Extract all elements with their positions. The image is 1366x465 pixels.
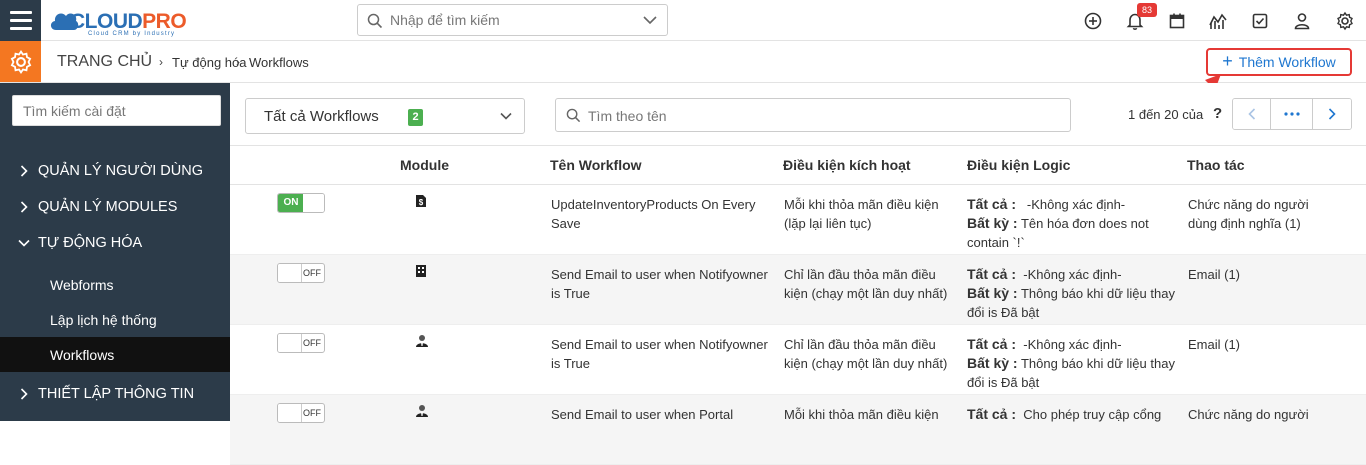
workflow-actions: Chức năng do người (1188, 407, 1309, 422)
logo-tagline: Cloud CRM by Industry (88, 31, 176, 37)
sidebar-item-label: TỰ ĐỘNG HÓA (38, 234, 143, 251)
workflow-logic: Tất cả : -Không xác định- Bất kỳ : Tên h… (967, 196, 1149, 250)
more-pages-button[interactable] (1271, 99, 1313, 129)
sidebar-item-automation[interactable]: TỰ ĐỘNG HÓA (0, 225, 230, 260)
chevron-right-icon (0, 164, 38, 177)
workflow-logic: Tất cả : -Không xác định- Bất kỳ : Thông… (967, 266, 1175, 320)
settings-search-input[interactable] (12, 95, 221, 126)
sidebar-item-info-settings[interactable]: THIẾT LẬP THÔNG TIN (0, 376, 230, 411)
sidebar-subitem-webforms[interactable]: Webforms (0, 267, 230, 302)
breadcrumb: TRANG CHỦ › Tự động hóa › Workflows + Th… (0, 41, 1366, 83)
hamburger-menu-icon[interactable] (0, 0, 41, 41)
chevron-right-icon (1328, 108, 1336, 120)
building-icon (416, 265, 426, 277)
workflow-actions: Chức năng do người dùng định nghĩa (1) (1188, 197, 1309, 231)
next-page-button[interactable] (1313, 99, 1351, 129)
toggle-label: ON (278, 194, 304, 212)
toggle-label: OFF (303, 408, 321, 418)
column-header-name: Tên Workflow (550, 157, 642, 173)
search-icon (566, 108, 581, 123)
workflow-name[interactable]: Send Email to user when Notifyowner is T… (551, 335, 776, 373)
workflow-name[interactable]: Send Email to user when Notifyowner is T… (551, 265, 776, 303)
sidebar-subitem-workflows[interactable]: Workflows (0, 337, 230, 372)
workflow-filter-select[interactable]: Tất cả Workflows 2 (245, 98, 525, 134)
status-toggle[interactable]: OFF (277, 333, 325, 353)
workflow-name[interactable]: Send Email to user when Portal (551, 405, 776, 424)
sidebar-item-label: QUẢN LÝ MODULES (38, 198, 178, 215)
chevron-right-icon (0, 200, 38, 213)
column-header-logic: Điều kiện Logic (967, 157, 1071, 173)
plus-icon: + (1222, 51, 1233, 71)
workflow-trigger: Chỉ lần đầu thỏa mãn điều kiện (chạy một… (784, 337, 948, 371)
chevron-down-icon (0, 239, 38, 247)
workflow-name[interactable]: UpdateInventoryProducts On Every Save (551, 195, 776, 233)
toggle-label: OFF (303, 338, 321, 348)
sidebar-item-label: THIẾT LẬP THÔNG TIN (38, 385, 195, 402)
chevron-right-icon: › (159, 55, 163, 69)
add-workflow-label: Thêm Workflow (1238, 54, 1336, 70)
workflow-trigger: Chỉ lần đầu thỏa mãn điều kiện (chạy một… (784, 267, 948, 301)
breadcrumb-home[interactable]: TRANG CHỦ (57, 53, 152, 71)
table-row[interactable]: OFF Send Email to user when Portal Mỗi k… (230, 395, 1366, 465)
workflow-actions: Email (1) (1188, 267, 1241, 282)
help-icon[interactable]: ? (1213, 105, 1222, 122)
svg-text:$: $ (419, 198, 424, 207)
settings-sidebar: QUẢN LÝ NGƯỜI DÙNG QUẢN LÝ MODULES TỰ ĐỘ… (0, 83, 230, 421)
chevron-left-icon (1247, 108, 1255, 120)
paging-info: 1 đến 20 của (1128, 107, 1204, 122)
chevron-down-icon[interactable] (643, 15, 657, 25)
breadcrumb-workflows: Workflows (249, 55, 309, 70)
filter-label: Tất cả Workflows (264, 108, 379, 125)
workflows-panel: Tất cả Workflows 2 1 đến 20 của ? Module… (230, 83, 1366, 465)
workflow-logic: Tất cả : -Không xác định- Bất kỳ : Thông… (967, 336, 1175, 390)
settings-gear-icon[interactable] (0, 41, 41, 82)
contact-person-icon (416, 405, 428, 417)
gear-icon[interactable] (1335, 11, 1355, 31)
chevron-down-icon (500, 112, 512, 120)
chevron-right-icon (0, 387, 38, 400)
prev-page-button[interactable] (1233, 99, 1271, 129)
workflow-logic: Tất cả : Cho phép truy cập cổng (967, 406, 1162, 422)
workflow-actions: Email (1) (1188, 337, 1241, 352)
add-workflow-button[interactable]: + Thêm Workflow (1206, 48, 1352, 76)
status-toggle[interactable]: OFF (277, 403, 325, 423)
invoice-icon: $ (416, 195, 426, 207)
table-header: Module Tên Workflow Điều kiện kích hoạt … (230, 145, 1366, 185)
status-toggle[interactable]: OFF (277, 263, 325, 283)
column-header-trigger: Điều kiện kích hoạt (783, 157, 911, 173)
sidebar-item-module-management[interactable]: QUẢN LÝ MODULES (0, 189, 230, 224)
column-header-actions: Thao tác (1187, 157, 1245, 173)
calendar-icon[interactable] (1167, 11, 1187, 31)
sidebar-item-label: QUẢN LÝ NGƯỜI DÙNG (38, 162, 204, 179)
global-search-input[interactable] (390, 10, 630, 30)
notification-badge: 83 (1137, 3, 1157, 17)
user-icon[interactable] (1292, 11, 1312, 31)
ellipsis-icon (1283, 112, 1300, 116)
toggle-label: OFF (303, 268, 321, 278)
name-search-input[interactable] (588, 106, 988, 126)
table-row[interactable]: ON $ UpdateInventoryProducts On Every Sa… (230, 185, 1366, 255)
filter-count-badge: 2 (408, 109, 423, 126)
chart-icon[interactable] (1208, 11, 1228, 31)
workflow-trigger: Mỗi khi thỏa mãn điều kiện (lặp lại liên… (784, 197, 939, 231)
global-search[interactable] (357, 4, 668, 36)
name-search[interactable] (555, 98, 1071, 132)
chevron-right-icon: › (236, 55, 240, 69)
table-row[interactable]: OFF Send Email to user when Notifyowner … (230, 325, 1366, 395)
top-bar: CLOUDPRO Cloud CRM by Industry 83 (0, 0, 1366, 41)
status-toggle[interactable]: ON (277, 193, 325, 213)
sidebar-item-user-management[interactable]: QUẢN LÝ NGƯỜI DÙNG (0, 153, 230, 188)
search-icon (367, 13, 383, 29)
plus-circle-icon[interactable] (1083, 11, 1103, 31)
workflow-trigger: Mỗi khi thỏa mãn điều kiện (784, 407, 939, 422)
sidebar-subitem-scheduler[interactable]: Lập lịch hệ thống (0, 302, 230, 337)
column-header-module: Module (400, 157, 449, 173)
pagination (1232, 98, 1352, 130)
app-logo[interactable]: CLOUDPRO Cloud CRM by Industry (48, 4, 208, 38)
contact-person-icon (416, 335, 428, 347)
table-row[interactable]: OFF Send Email to user when Notifyowner … (230, 255, 1366, 325)
checkbox-icon[interactable] (1250, 11, 1270, 31)
